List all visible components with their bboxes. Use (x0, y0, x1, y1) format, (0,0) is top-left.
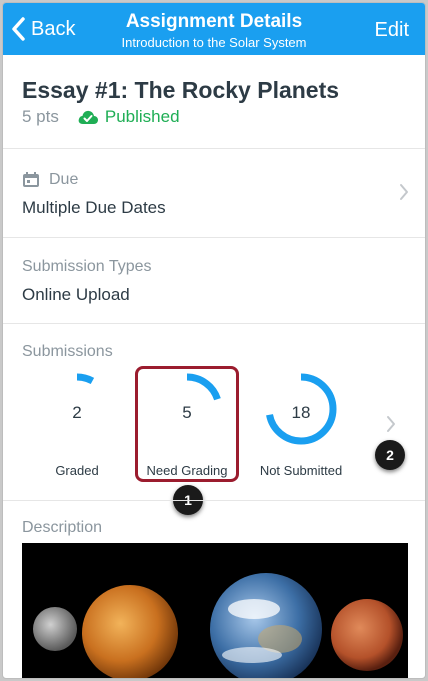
chevron-left-icon (12, 17, 25, 41)
submission-types-label: Submission Types (22, 258, 152, 275)
points-value: 5 pts (22, 107, 59, 126)
back-label: Back (31, 17, 76, 40)
due-label: Due (49, 171, 79, 188)
back-button[interactable]: Back (11, 15, 75, 43)
submission-types-value: Online Upload (22, 285, 130, 304)
course-subtitle: Introduction to the Solar System (121, 35, 307, 50)
not-submitted-count: 18 (291, 403, 311, 422)
due-value[interactable]: Multiple Due Dates (22, 198, 166, 218)
graded-stat[interactable]: 2 Graded (27, 373, 127, 479)
published-status: Published (104, 107, 180, 126)
chevron-right-icon[interactable] (386, 415, 396, 433)
planets-illustration (33, 573, 403, 678)
app-screen: Back Assignment Details Introduction to … (2, 2, 426, 679)
divider (3, 148, 425, 149)
highlight-box (135, 366, 239, 482)
graded-count: 2 (72, 403, 82, 422)
not-submitted-stat[interactable]: 18 Not Submitted (251, 373, 351, 479)
divider (3, 237, 425, 238)
chevron-right-icon[interactable] (399, 183, 409, 201)
not-submitted-caption: Not Submitted (259, 463, 343, 478)
graded-caption: Graded (55, 463, 99, 478)
divider (3, 500, 425, 501)
edit-button[interactable]: Edit (375, 19, 409, 42)
description-label: Description (22, 519, 103, 536)
assignment-title: Essay #1: The Rocky Planets (22, 77, 340, 103)
calendar-icon (23, 172, 39, 187)
assignment-meta: 5 pts Published (22, 106, 180, 128)
navigation-bar: Back Assignment Details Introduction to … (3, 3, 425, 55)
divider (3, 323, 425, 324)
callout-badge: 2 (375, 440, 405, 470)
planets-image (22, 543, 408, 678)
submissions-label: Submissions (22, 343, 113, 360)
cloud-check-icon (78, 110, 98, 124)
page-title: Assignment Details (125, 11, 303, 32)
